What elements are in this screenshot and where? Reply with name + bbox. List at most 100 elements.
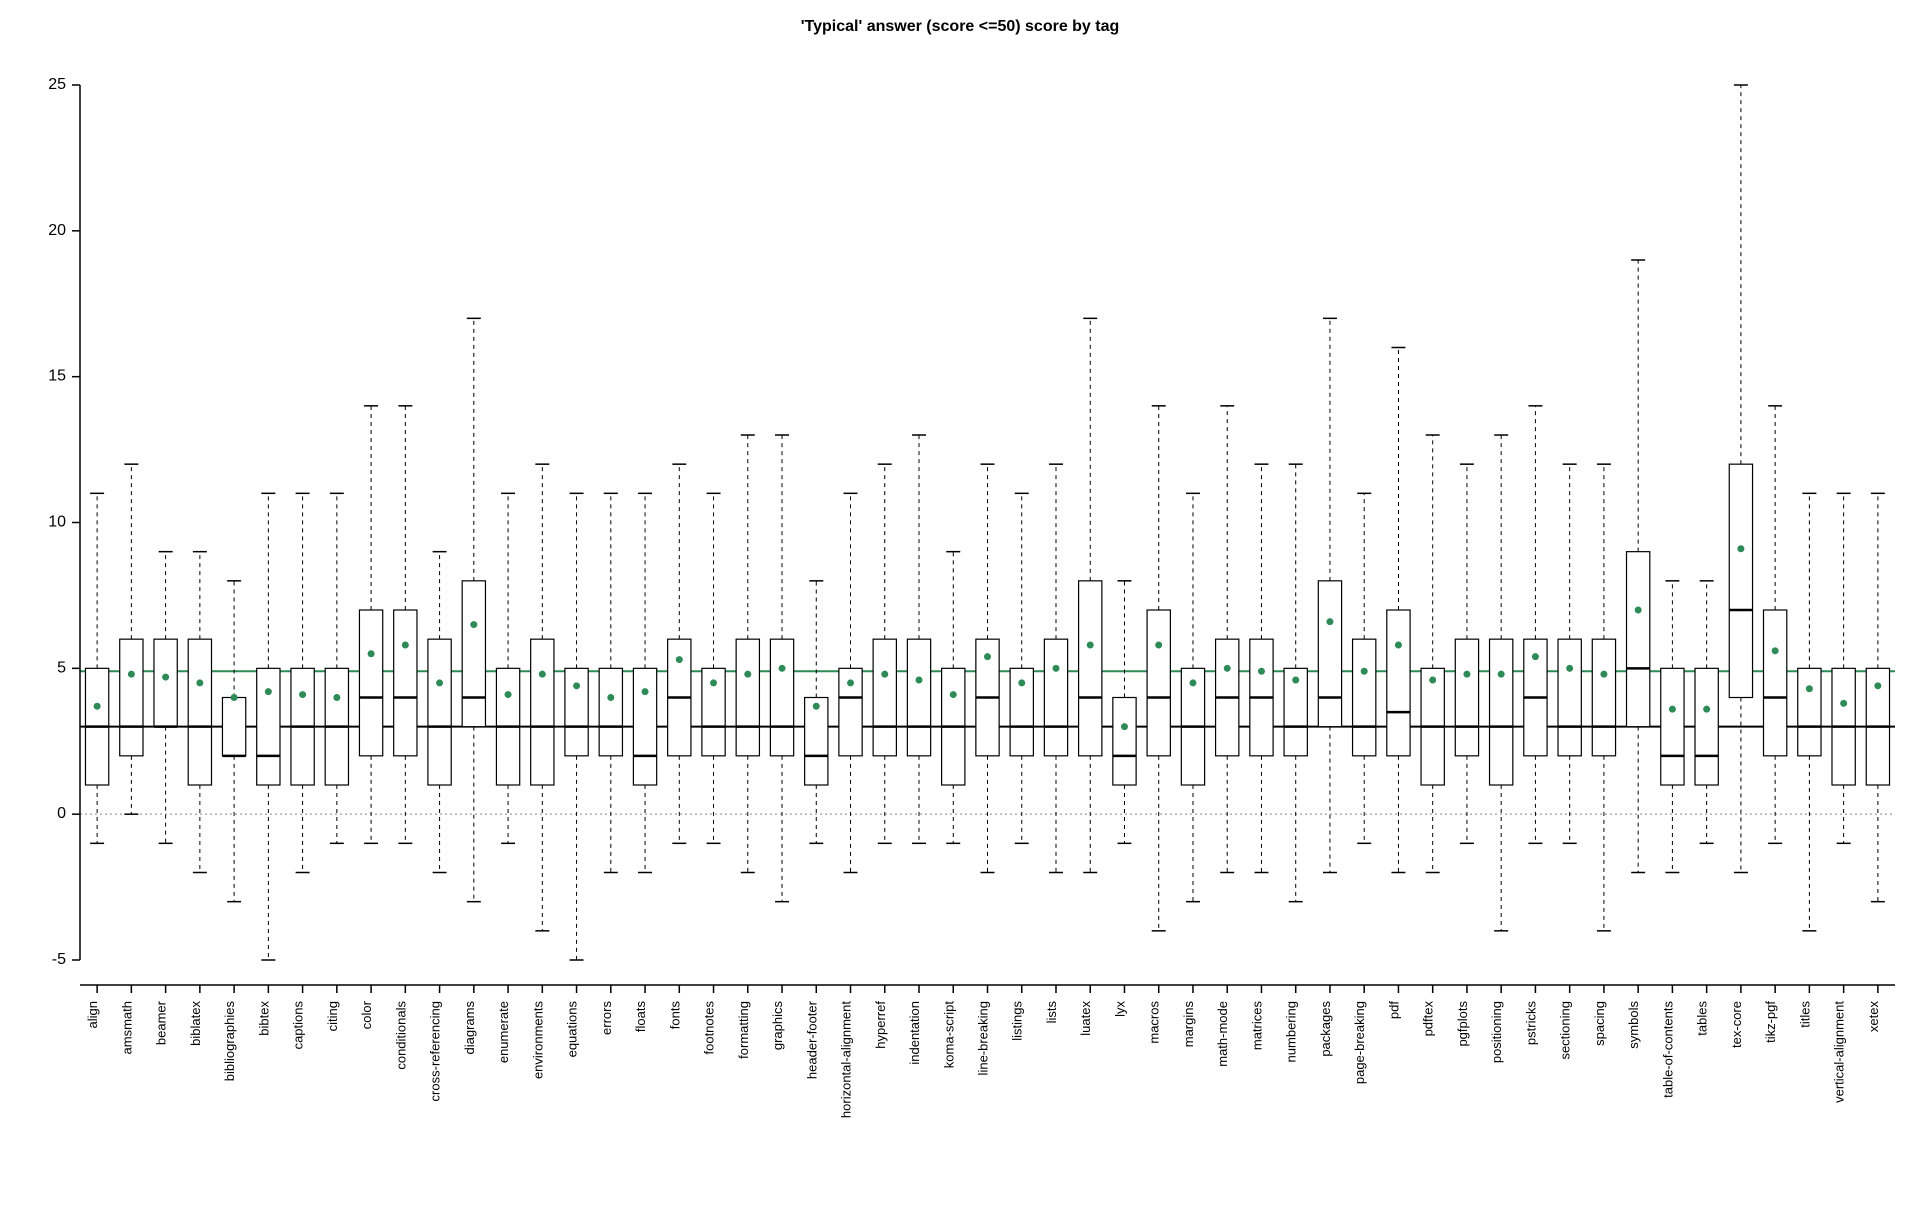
box [359, 610, 382, 756]
box [1558, 639, 1581, 756]
x-tick-label: header-footer [804, 1000, 819, 1079]
x-tick-label: diagrams [462, 1001, 477, 1055]
mean-dot [744, 671, 751, 678]
box [599, 668, 622, 756]
mean-dot [881, 671, 888, 678]
mean-dot [505, 691, 512, 698]
box [188, 639, 211, 785]
x-tick-label: align [85, 1001, 100, 1028]
mean-dot [94, 703, 101, 710]
mean-dot [984, 653, 991, 660]
x-tick-label: page-breaking [1352, 1001, 1367, 1084]
mean-dot [1224, 665, 1231, 672]
box [394, 610, 417, 756]
x-tick-label: pdftex [1421, 1001, 1436, 1037]
x-tick-label: table-of-contents [1660, 1001, 1675, 1098]
mean-dot [950, 691, 957, 698]
x-tick-label: spacing [1592, 1001, 1607, 1046]
box [873, 639, 896, 756]
mean-dot [368, 650, 375, 657]
x-tick-label: pstricks [1523, 1001, 1538, 1046]
mean-dot [1155, 642, 1162, 649]
x-tick-label: indentation [907, 1001, 922, 1065]
x-tick-label: bibtex [256, 1001, 271, 1036]
box [1353, 639, 1376, 756]
box [1729, 464, 1752, 697]
mean-dot [1361, 668, 1368, 675]
x-tick-label: titles [1797, 1001, 1812, 1028]
x-tick-label: color [359, 1000, 374, 1029]
box [805, 698, 828, 786]
box [770, 639, 793, 756]
mean-dot [1669, 706, 1676, 713]
mean-dot [128, 671, 135, 678]
mean-dot [1258, 668, 1265, 675]
x-tick-label: amsmath [119, 1001, 134, 1054]
mean-dot [1840, 700, 1847, 707]
x-tick-label: listings [1010, 1001, 1025, 1041]
x-tick-label: graphics [770, 1001, 785, 1051]
mean-dot [333, 694, 340, 701]
box [462, 581, 485, 727]
mean-dot [642, 688, 649, 695]
x-tick-label: hyperref [873, 1001, 888, 1049]
box [1113, 698, 1136, 786]
y-tick-label: 0 [57, 805, 66, 822]
box [736, 639, 759, 756]
box [1079, 581, 1102, 756]
mean-dot [847, 679, 854, 686]
box [907, 639, 930, 756]
mean-dot [1635, 607, 1642, 614]
x-tick-label: macros [1147, 1001, 1162, 1044]
y-tick-label: 25 [48, 76, 66, 93]
mean-dot [1600, 671, 1607, 678]
x-tick-label: matrices [1249, 1001, 1264, 1051]
x-tick-label: koma-script [941, 1001, 956, 1069]
x-tick-label: sectioning [1558, 1001, 1573, 1060]
x-tick-label: pdf [1386, 1001, 1401, 1019]
box [531, 639, 554, 785]
x-tick-label: footnotes [702, 1001, 717, 1055]
mean-dot [299, 691, 306, 698]
box [1592, 639, 1615, 756]
box [633, 668, 656, 785]
box [1627, 552, 1650, 727]
x-tick-label: luatex [1078, 1001, 1093, 1036]
mean-dot [1874, 682, 1881, 689]
mean-dot [676, 656, 683, 663]
mean-dot [1121, 723, 1128, 730]
mean-dot [539, 671, 546, 678]
y-tick-label: 5 [57, 659, 66, 676]
mean-dot [402, 642, 409, 649]
x-tick-label: bibliographies [222, 1001, 237, 1082]
x-tick-label: numbering [1284, 1001, 1299, 1062]
box [1455, 639, 1478, 756]
x-tick-label: conditionals [393, 1001, 408, 1070]
mean-dot [1463, 671, 1470, 678]
mean-dot [231, 694, 238, 701]
y-tick-label: 10 [48, 514, 66, 531]
mean-dot [573, 682, 580, 689]
mean-dot [1737, 545, 1744, 552]
box [1044, 639, 1067, 756]
box [1147, 610, 1170, 756]
mean-dot [779, 665, 786, 672]
x-tick-label: citing [325, 1001, 340, 1031]
box [1763, 610, 1786, 756]
x-tick-label: captions [291, 1001, 306, 1050]
x-tick-label: packages [1318, 1001, 1333, 1057]
box [1798, 668, 1821, 756]
mean-dot [1772, 647, 1779, 654]
x-tick-label: lists [1044, 1001, 1059, 1024]
x-tick-label: enumerate [496, 1001, 511, 1063]
box [565, 668, 588, 756]
mean-dot [1052, 665, 1059, 672]
mean-dot [196, 679, 203, 686]
y-tick-label: 20 [48, 222, 66, 239]
x-tick-label: errors [599, 1001, 614, 1035]
mean-dot [1806, 685, 1813, 692]
box [428, 639, 451, 785]
x-tick-label: pgfplots [1455, 1001, 1470, 1047]
x-tick-label: environments [530, 1001, 545, 1080]
mean-dot [1395, 642, 1402, 649]
